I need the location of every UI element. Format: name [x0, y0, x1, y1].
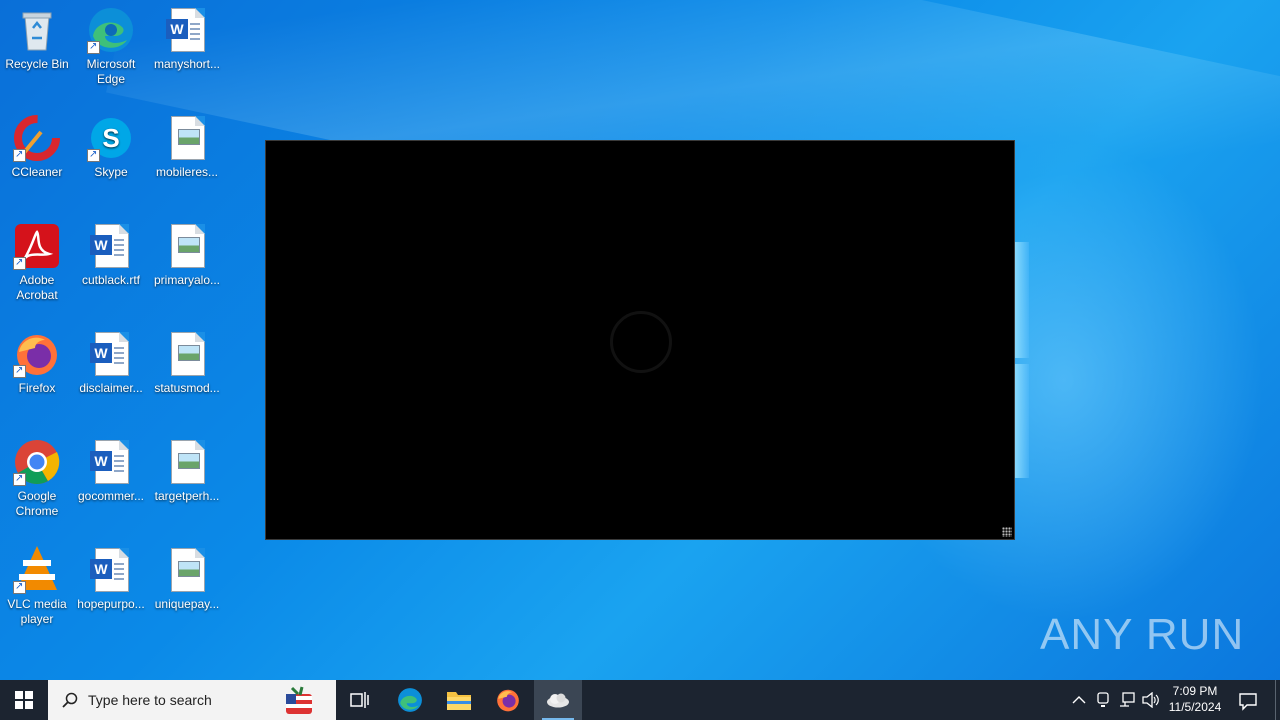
image-file-icon	[163, 546, 211, 594]
desktop-icon-uniquepay[interactable]: uniquepay...	[150, 540, 224, 612]
word-doc-icon: W	[87, 222, 135, 270]
action-center-button[interactable]	[1234, 686, 1262, 714]
anyrun-watermark: ANY RUN	[1040, 610, 1245, 659]
edge-icon	[398, 688, 422, 712]
image-file-icon	[163, 330, 211, 378]
desktop-icon-cutblack-rtf[interactable]: W cutblack.rtf	[74, 216, 148, 288]
desktop-icon-ccleaner[interactable]: CCleaner	[0, 108, 74, 180]
taskbar-search-box[interactable]: Type here to search	[48, 680, 336, 720]
word-doc-icon: W	[163, 6, 211, 54]
desktop-icon-recycle-bin[interactable]: Recycle Bin	[0, 0, 74, 72]
word-doc-icon: W	[87, 330, 135, 378]
windows-start-icon	[15, 691, 33, 709]
recycle-bin-icon	[13, 6, 61, 54]
app-window-black[interactable]	[265, 140, 1015, 540]
firefox-icon	[13, 330, 61, 378]
chrome-icon	[13, 438, 61, 486]
desktop-icon-adobe-acrobat[interactable]: Adobe Acrobat	[0, 216, 74, 303]
word-doc-icon: W	[87, 546, 135, 594]
taskbar-app-active-window[interactable]	[534, 680, 582, 720]
desktop-icon-microsoft-edge[interactable]: Microsoft Edge	[74, 0, 148, 87]
svg-text:S: S	[102, 123, 119, 153]
taskbar-app-edge[interactable]	[386, 680, 434, 720]
clock-time: 7:09 PM	[1172, 684, 1218, 698]
desktop-icon-statusmod[interactable]: statusmod...	[150, 324, 224, 396]
firefox-icon	[497, 689, 519, 712]
image-file-icon	[163, 114, 211, 162]
vlc-icon	[13, 546, 61, 594]
taskbar: Type here to search	[0, 680, 1280, 720]
desktop-icon-manyshort[interactable]: W manyshort...	[150, 0, 224, 72]
desktop: Recycle Bin CCleaner Adobe Acrobat Firef…	[0, 0, 1280, 680]
desktop-icon-targetperh[interactable]: targetperh...	[150, 432, 224, 504]
taskbar-clock[interactable]: 7:09 PM 11/5/2024	[1162, 683, 1228, 715]
image-file-icon	[163, 438, 211, 486]
desktop-icon-disclaimer[interactable]: W disclaimer...	[74, 324, 148, 396]
skype-icon: S	[87, 114, 135, 162]
task-view-button[interactable]	[336, 680, 384, 720]
acrobat-icon	[13, 222, 61, 270]
volume-icon[interactable]	[1142, 691, 1160, 711]
clock-date: 11/5/2024	[1168, 700, 1222, 714]
desktop-icon-google-chrome[interactable]: Google Chrome	[0, 432, 74, 519]
word-doc-icon: W	[87, 438, 135, 486]
show-desktop-button[interactable]	[1275, 680, 1280, 720]
image-file-icon	[163, 222, 211, 270]
start-button[interactable]	[0, 680, 48, 720]
network-icon[interactable]	[1119, 692, 1135, 711]
news-widget-icon[interactable]	[282, 684, 318, 716]
search-icon	[62, 692, 78, 708]
edge-icon	[87, 6, 135, 54]
resize-grip-icon[interactable]	[1002, 527, 1012, 537]
desktop-icon-gocommer[interactable]: W gocommer...	[74, 432, 148, 504]
show-hidden-icons-chevron-icon[interactable]	[1072, 692, 1086, 708]
desktop-icon-firefox[interactable]: Firefox	[0, 324, 74, 396]
file-explorer-icon	[447, 692, 471, 710]
desktop-icon-hopepurpo[interactable]: W hopepurpo...	[74, 540, 148, 612]
task-view-icon	[350, 692, 369, 708]
loading-spinner-icon	[610, 311, 672, 373]
taskbar-app-firefox[interactable]	[484, 680, 532, 720]
desktop-icon-skype[interactable]: S Skype	[74, 108, 148, 180]
taskbar-app-file-explorer[interactable]	[435, 680, 483, 720]
notification-icon	[1239, 693, 1257, 711]
desktop-icon-mobileres[interactable]: mobileres...	[150, 108, 224, 180]
search-placeholder: Type here to search	[88, 692, 212, 708]
cloud-app-icon	[547, 693, 569, 708]
meet-now-icon[interactable]	[1096, 692, 1110, 711]
desktop-icon-primaryalo[interactable]: primaryalo...	[150, 216, 224, 288]
ccleaner-icon	[13, 114, 61, 162]
desktop-icon-vlc[interactable]: VLC media player	[0, 540, 74, 627]
